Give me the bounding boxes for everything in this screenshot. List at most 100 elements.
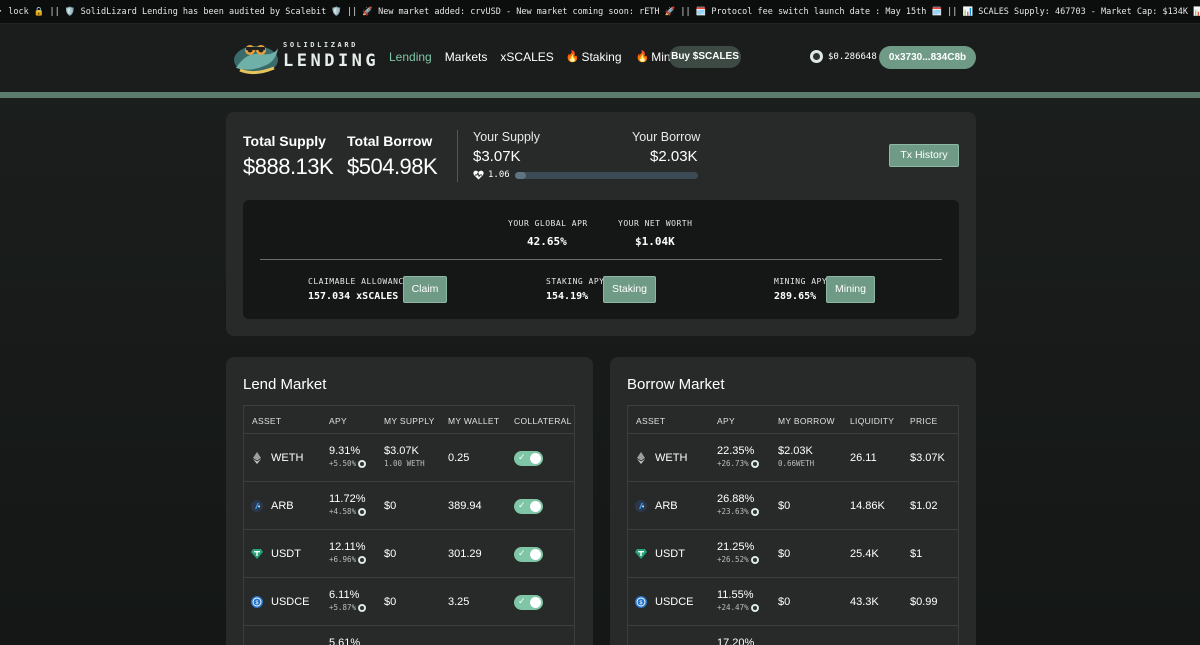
lizard-logo-icon — [234, 45, 278, 75]
my-supply-value: $0 — [384, 548, 397, 560]
staking-button[interactable]: Staking — [603, 276, 656, 303]
scales-token-icon — [358, 507, 367, 516]
tether-icon — [635, 548, 647, 560]
apy-bonus: +6.96% — [329, 555, 367, 564]
staking-apy-label: STAKING APY — [546, 277, 605, 286]
health-factor: 1.06 — [473, 170, 510, 180]
your-borrow-label: Your Borrow — [632, 130, 701, 144]
collateral-toggle[interactable]: ✓ — [514, 451, 543, 466]
wallet-address-button[interactable]: 0x3730...834C8b — [879, 46, 976, 69]
table-row[interactable]: $ USDCE 11.55% +24.47% $0 43.3K $0.99 — [628, 578, 958, 626]
apy-value: 6.11% — [329, 589, 360, 601]
apy-value: 9.31% — [329, 445, 361, 457]
apy-bonus-value: +26.52% — [717, 555, 749, 564]
svg-text:$: $ — [255, 600, 259, 606]
my-wallet-value: 389.94 — [448, 500, 482, 512]
my-supply-value: $0 — [384, 596, 397, 608]
apy-bonus: +26.73% — [717, 459, 759, 468]
nav-xscales[interactable]: xSCALES — [500, 50, 553, 66]
col-liquidity: LIQUIDITY — [850, 416, 895, 426]
nav-markets[interactable]: Markets — [445, 50, 488, 66]
col-apy: APY — [329, 416, 347, 426]
collateral-toggle[interactable]: ✓ — [514, 547, 543, 562]
my-wallet-value: 301.29 — [448, 548, 482, 560]
health-factor-value: 1.06 — [488, 170, 510, 180]
scales-token-icon — [750, 459, 759, 468]
table-row[interactable]: USDT 12.11% +6.96% $0 301.29 ✓ — [244, 530, 574, 578]
staking-apy-value: 154.19% — [546, 291, 589, 302]
col-price: PRICE — [910, 416, 938, 426]
usdc-icon: $ — [635, 596, 647, 608]
claim-button[interactable]: Claim — [403, 276, 447, 303]
apy-value: 21.25% — [717, 541, 755, 553]
apy-value: 12.11% — [329, 541, 366, 553]
col-apy: APY — [717, 416, 735, 426]
asset-name: WETH — [271, 452, 304, 464]
table-row[interactable]: 17.20% — [628, 626, 958, 645]
nav-lending[interactable]: Lending — [389, 50, 432, 66]
lend-market-card: Lend Market ASSET APY MY SUPPLY MY WALLE… — [226, 357, 593, 645]
scales-token-icon — [750, 555, 759, 564]
mining-button[interactable]: Mining — [826, 276, 875, 303]
flame-icon: 🔥 — [635, 51, 650, 63]
apy-bonus-value: +23.63% — [717, 507, 749, 516]
apy-bonus-value: +26.73% — [717, 459, 749, 468]
ethereum-icon — [635, 452, 647, 464]
health-bar — [515, 172, 698, 179]
check-icon: ✓ — [518, 500, 526, 510]
check-icon: ✓ — [518, 596, 526, 606]
check-icon: ✓ — [518, 548, 526, 558]
check-icon: ✓ — [518, 452, 526, 462]
scales-price: $0.286648 — [810, 50, 877, 63]
tx-history-button[interactable]: Tx History — [889, 144, 959, 167]
my-supply-value: $0 — [384, 500, 397, 512]
collateral-toggle[interactable]: ✓ — [514, 499, 543, 514]
ethereum-icon — [251, 452, 263, 464]
your-supply-value: $3.07K — [473, 148, 521, 165]
col-my-wallet: MY WALLET — [448, 416, 500, 426]
arbitrum-icon — [251, 500, 263, 512]
your-borrow-value: $2.03K — [650, 148, 698, 165]
col-my-supply: MY SUPPLY — [384, 416, 435, 426]
global-apr-value: 42.65% — [527, 235, 567, 248]
my-borrow-value: $0 — [778, 500, 791, 512]
tether-icon — [251, 548, 263, 560]
heart-icon — [473, 170, 484, 180]
apy-bonus-value: +24.47% — [717, 603, 749, 612]
nav-staking-group[interactable]: 🔥 Staking — [566, 50, 622, 66]
scales-token-icon — [750, 603, 759, 612]
total-supply-value: $888.13K — [243, 154, 334, 179]
flame-icon: 🔥 — [565, 51, 580, 63]
my-borrow-value: $0 — [778, 596, 791, 608]
table-row[interactable]: WETH 22.35% +26.73% $2.03K 0.66WETH 26.11 $3.0… — [628, 434, 958, 482]
buy-scales-button[interactable]: Buy $SCALES — [669, 46, 741, 68]
table-row[interactable]: WETH 9.31% +5.50% $3.07K 1.00 WETH 0.25 ✓ — [244, 434, 574, 482]
arbitrum-icon — [635, 500, 647, 512]
nav-staking: Staking — [581, 50, 622, 64]
table-row[interactable]: ARB 26.88% +23.63% $0 14.86K $1.02 — [628, 482, 958, 530]
borrow-market-table: ASSET APY MY BORROW LIQUIDITY PRICE WETH… — [627, 405, 959, 645]
table-row[interactable]: $ USDCE 6.11% +5.87% $0 3.25 ✓ — [244, 578, 574, 626]
logo[interactable]: SOLIDLIZARD LENDING — [230, 38, 376, 78]
apy-value: 22.35% — [717, 445, 755, 457]
collateral-toggle[interactable]: ✓ — [514, 595, 543, 610]
lend-market-title: Lend Market — [243, 376, 327, 393]
liquidity-value: 43.3K — [850, 596, 879, 608]
my-wallet-value: 3.25 — [448, 596, 470, 608]
table-row[interactable]: USDT 21.25% +26.52% $0 25.4K $1 — [628, 530, 958, 578]
apy-value: 17.20% — [717, 637, 755, 645]
logo-main-text: LENDING — [283, 51, 380, 71]
col-my-borrow: MY BORROW — [778, 416, 835, 426]
apy-bonus: +4.58% — [329, 507, 367, 516]
apy-bonus: +26.52% — [717, 555, 759, 564]
my-borrow-value: $0 — [778, 548, 791, 560]
liquidity-value: 25.4K — [850, 548, 879, 560]
asset-name: ARB — [271, 500, 294, 512]
my-borrow-amount: 0.66WETH — [778, 459, 815, 468]
table-row[interactable]: 5.61% — [244, 626, 574, 645]
mining-apy-label: MINING APY — [774, 277, 828, 286]
apy-value: 5.61% — [329, 637, 361, 645]
table-row[interactable]: ARB 11.72% +4.58% $0 389.94 ✓ — [244, 482, 574, 530]
asset-name: WETH — [655, 452, 688, 464]
price-value: $1.02 — [910, 500, 938, 512]
